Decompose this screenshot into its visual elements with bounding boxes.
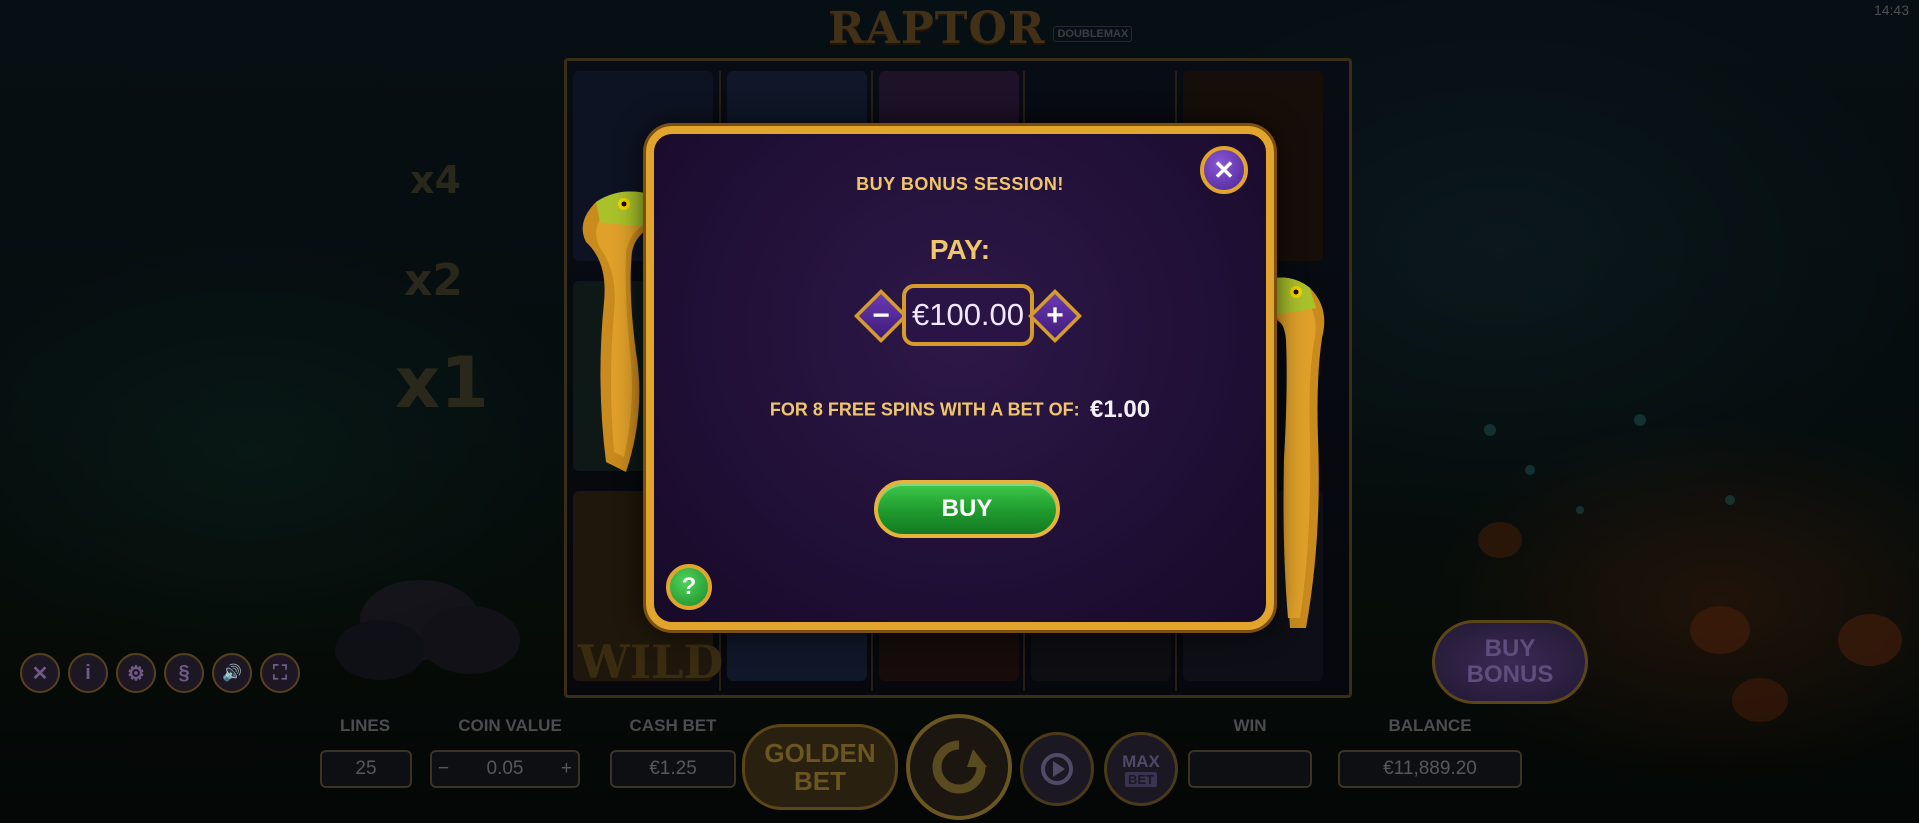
info-icon[interactable]: i — [68, 653, 108, 693]
bet-amount-value: €1.00 — [1090, 396, 1151, 423]
buy-bonus-button[interactable]: BUY BONUS — [1432, 620, 1588, 704]
autoplay-icon — [1041, 753, 1073, 785]
coin-value-field: 0.05 — [486, 758, 524, 779]
lines-value: 25 — [320, 750, 412, 788]
plus-icon: + — [1033, 294, 1077, 338]
close-dialog-button[interactable]: ✕ — [1200, 146, 1248, 194]
free-spins-info-label: FOR 8 FREE SPINS WITH A BET OF: — [769, 399, 1080, 420]
help-icon: ? — [681, 573, 697, 600]
balance-label: BALANCE — [1388, 716, 1472, 735]
max-bet-button[interactable]: MAX BET — [1104, 732, 1178, 806]
close-icon[interactable]: ✕ — [20, 653, 60, 693]
minus-icon: − — [859, 294, 903, 338]
decrease-amount-button[interactable]: − — [854, 289, 908, 343]
autoplay-button[interactable] — [1020, 732, 1094, 806]
balance-value: €11,889.20 — [1338, 750, 1522, 788]
coin-value-label: COIN VALUE — [458, 716, 562, 735]
max-bet-label-top: MAX — [1122, 751, 1160, 771]
settings-toolbar: ✕ i ⚙ § 🔊 ⛶ — [20, 653, 300, 693]
free-spins-info: FOR 8 FREE SPINS WITH A BET OF: €1.00 — [654, 396, 1266, 424]
pay-label: PAY: — [929, 234, 991, 265]
bonus-amount-value: €100.00 — [902, 284, 1034, 346]
cash-bet-label: CASH BET — [629, 716, 717, 735]
coin-value-stepper: − 0.05 + — [430, 750, 580, 788]
max-bet-label-bottom: BET — [1125, 771, 1157, 787]
dialog-title: BUY BONUS SESSION! — [856, 174, 1064, 194]
buy-button[interactable]: BUY — [874, 480, 1060, 538]
coin-value-plus-button[interactable]: + — [561, 758, 572, 780]
coin-value-minus-button[interactable]: − — [438, 758, 449, 780]
win-value — [1188, 750, 1312, 788]
fullscreen-icon[interactable]: ⛶ — [260, 653, 300, 693]
bonus-amount-stepper: − €100.00 + — [850, 284, 1086, 346]
win-label: WIN — [1233, 716, 1267, 735]
close-icon: ✕ — [1213, 154, 1235, 185]
golden-bet-button[interactable]: GOLDEN BET — [742, 724, 898, 810]
lines-label: LINES — [339, 716, 391, 735]
buy-bonus-dialog: BUY BONUS SESSION! PAY: − €100.00 + FOR … — [646, 126, 1274, 630]
spin-icon — [932, 740, 987, 794]
paragraph-icon[interactable]: § — [164, 653, 204, 693]
help-button[interactable]: ? — [666, 564, 712, 610]
increase-amount-button[interactable]: + — [1028, 289, 1082, 343]
speaker-icon[interactable]: 🔊 — [212, 653, 252, 693]
cash-bet-value: €1.25 — [610, 750, 736, 788]
gear-icon[interactable]: ⚙ — [116, 653, 156, 693]
spin-button[interactable] — [906, 714, 1012, 820]
